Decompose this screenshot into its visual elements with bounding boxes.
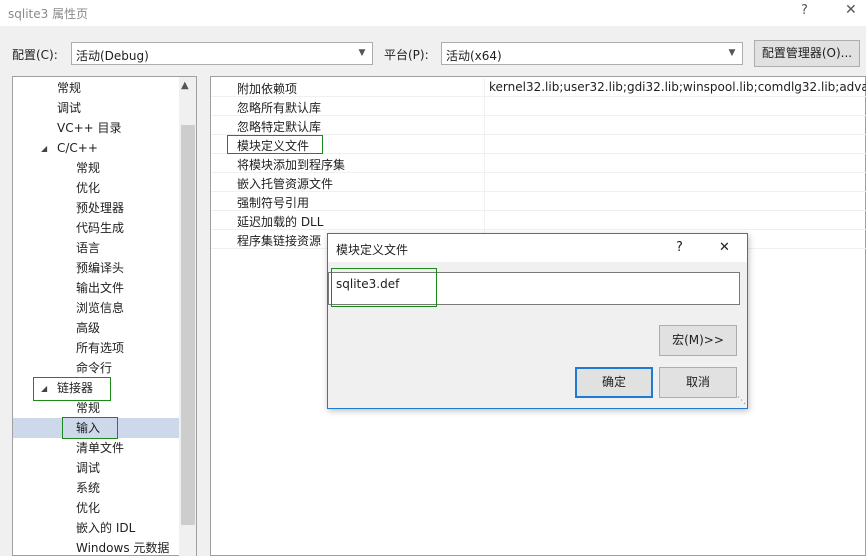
config-select[interactable]: 活动(Debug) ▼ (71, 42, 373, 65)
title-bar (0, 0, 866, 26)
property-row[interactable]: 延迟加载的 DLL (211, 211, 866, 230)
scroll-up-icon[interactable]: ▲ (181, 80, 189, 91)
config-select-value: 活动(Debug) (76, 49, 149, 63)
highlight-box (227, 135, 323, 154)
tree-item[interactable]: 调试 (57, 98, 81, 118)
property-name: 忽略特定默认库 (237, 120, 322, 134)
close-icon[interactable]: ✕ (845, 2, 857, 18)
tree-item[interactable]: 常规 (57, 78, 81, 98)
macro-button[interactable]: 宏(M)>> (659, 325, 737, 356)
property-name: 延迟加载的 DLL (237, 215, 324, 229)
property-row[interactable]: 附加依赖项 kernel32.lib;user32.lib;gdi32.lib;w… (211, 78, 866, 97)
property-row[interactable]: 将模块添加到程序集 (211, 154, 866, 173)
window-title: sqlite3 属性页 (8, 7, 89, 21)
tree-item[interactable]: 所有选项 (76, 338, 124, 358)
column-divider (484, 192, 485, 211)
column-divider (484, 97, 485, 116)
tree-item[interactable]: 语言 (76, 238, 100, 258)
tree-item[interactable]: 预编译头 (76, 258, 124, 278)
highlight-box (62, 417, 118, 439)
tree-item[interactable]: C/C++ (57, 138, 98, 158)
tree-item[interactable]: 清单文件 (76, 438, 124, 458)
property-name: 强制符号引用 (237, 196, 310, 210)
tree-item[interactable]: 常规 (76, 158, 100, 178)
expand-icon[interactable]: ◢ (41, 144, 47, 153)
property-row[interactable]: 忽略所有默认库 (211, 97, 866, 116)
property-row[interactable]: 强制符号引用 (211, 192, 866, 211)
resize-grip-icon[interactable]: ⋱ (737, 396, 746, 406)
tree-item[interactable]: 命令行 (76, 358, 112, 378)
column-divider (484, 154, 485, 173)
property-name: 将模块添加到程序集 (237, 158, 346, 172)
column-divider (484, 78, 485, 97)
tree-item[interactable]: VC++ 目录 (57, 118, 122, 138)
property-name: 附加依赖项 (237, 82, 298, 96)
column-divider (484, 116, 485, 135)
tree-item[interactable]: 输出文件 (76, 278, 124, 298)
tree-item[interactable]: 优化 (76, 498, 100, 518)
property-name: 嵌入托管资源文件 (237, 177, 334, 191)
tree-scrollbar-thumb[interactable] (181, 125, 195, 525)
tree-item[interactable]: 代码生成 (76, 218, 124, 238)
highlight-box (331, 268, 437, 307)
property-name: 程序集链接资源 (237, 234, 322, 248)
chevron-down-icon: ▼ (358, 48, 366, 58)
tree-item[interactable]: Windows 元数据 (76, 538, 169, 556)
chevron-down-icon: ▼ (728, 48, 736, 58)
platform-label: 平台(P): (384, 48, 429, 62)
cancel-button[interactable]: 取消 (659, 367, 737, 398)
property-row[interactable]: 嵌入托管资源文件 (211, 173, 866, 192)
config-manager-button[interactable]: 配置管理器(O)... (754, 40, 860, 67)
tree-item[interactable]: 高级 (76, 318, 100, 338)
dialog-close-icon[interactable]: ✕ (719, 240, 730, 255)
property-name: 忽略所有默认库 (237, 101, 322, 115)
column-divider (484, 211, 485, 230)
tree-item[interactable]: 系统 (76, 478, 100, 498)
platform-select-value: 活动(x64) (446, 49, 502, 63)
property-row[interactable]: 忽略特定默认库 (211, 116, 866, 135)
tree-item[interactable]: 浏览信息 (76, 298, 124, 318)
dialog-title: 模块定义文件 (336, 243, 409, 257)
platform-select[interactable]: 活动(x64) ▼ (441, 42, 743, 65)
config-label: 配置(C): (12, 48, 58, 62)
tree-item[interactable]: 预处理器 (76, 198, 124, 218)
tree-item[interactable]: 优化 (76, 178, 100, 198)
tree-item[interactable]: 常规 (76, 398, 100, 418)
highlight-box (33, 377, 111, 401)
help-icon[interactable]: ? (801, 3, 808, 18)
tree-item[interactable]: 调试 (76, 458, 100, 478)
column-divider (484, 135, 485, 154)
column-divider (484, 173, 485, 192)
property-value[interactable]: kernel32.lib;user32.lib;gdi32.lib;winspo… (489, 80, 866, 94)
tree-item[interactable]: 嵌入的 IDL (76, 518, 135, 538)
ok-button[interactable]: 确定 (575, 367, 653, 398)
dialog-help-icon[interactable]: ? (676, 240, 683, 255)
